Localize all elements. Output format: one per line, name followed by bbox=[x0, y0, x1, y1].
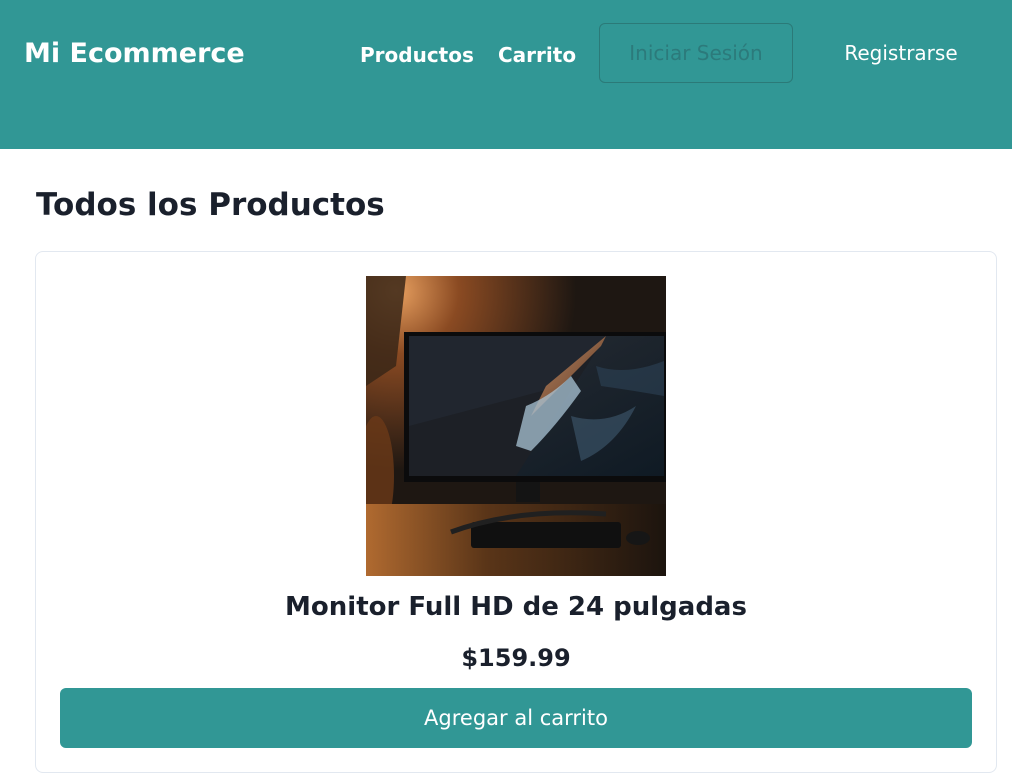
page-title: Todos los Productos bbox=[36, 187, 385, 223]
navbar: Mi Ecommerce Productos Carrito Iniciar S… bbox=[0, 0, 1012, 149]
product-image[interactable] bbox=[366, 276, 666, 576]
brand-logo[interactable]: Mi Ecommerce bbox=[24, 36, 245, 72]
product-card: Monitor Full HD de 24 pulgadas $159.99 A… bbox=[35, 251, 997, 773]
product-price: $159.99 bbox=[461, 644, 571, 672]
login-button[interactable]: Iniciar Sesión bbox=[599, 23, 793, 83]
register-button[interactable]: Registrarse bbox=[808, 23, 994, 83]
product-name: Monitor Full HD de 24 pulgadas bbox=[285, 592, 747, 622]
nav-link-cart[interactable]: Carrito bbox=[498, 40, 576, 70]
nav-link-products[interactable]: Productos bbox=[360, 40, 474, 70]
add-to-cart-button[interactable]: Agregar al carrito bbox=[60, 688, 972, 748]
monitor-photo-graphic bbox=[366, 276, 666, 576]
